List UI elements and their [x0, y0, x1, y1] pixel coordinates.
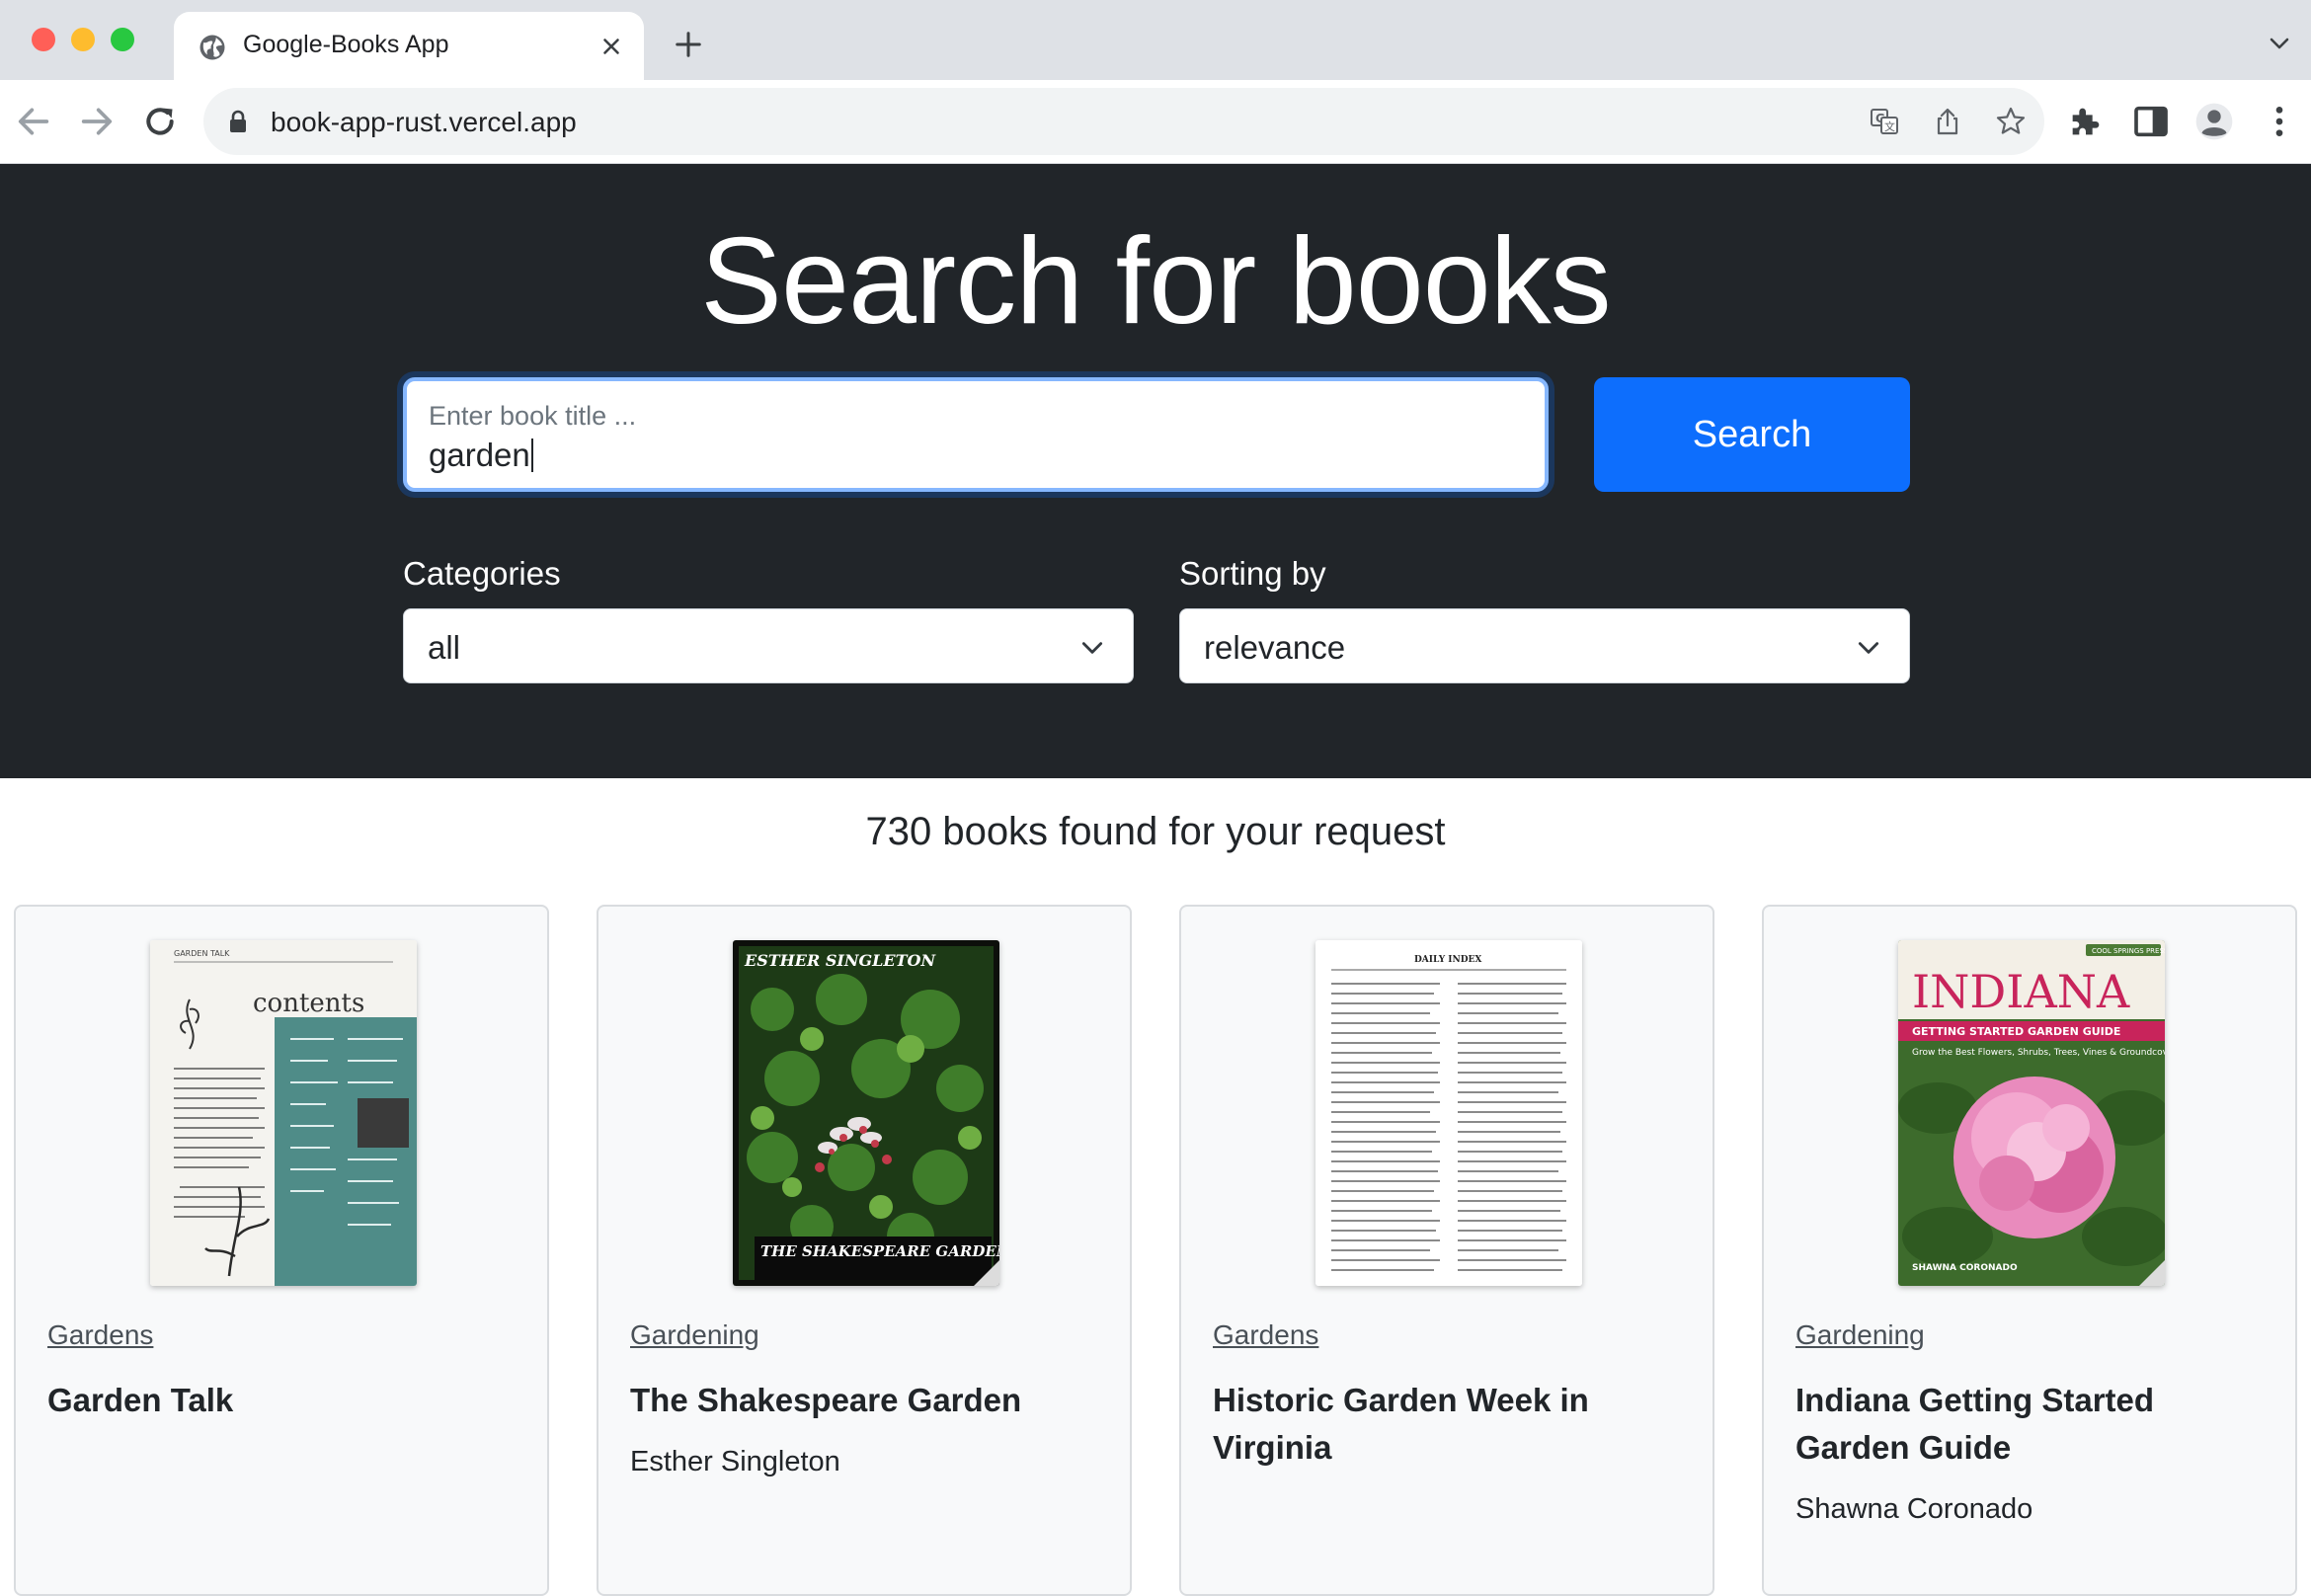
book-title: Indiana Getting Started Garden Guide — [1795, 1382, 2155, 1466]
tab-title: Google-Books App — [243, 31, 449, 58]
search-input-value: garden — [429, 437, 533, 474]
search-button[interactable]: Search — [1594, 377, 1910, 492]
close-window-button[interactable] — [32, 28, 55, 51]
book-card[interactable]: COOL SPRINGS PRESS INDIANA GETTING START… — [1762, 905, 2297, 1596]
book-card[interactable]: ESTHER SINGLETON THE SHAKESPEARE GARDEN … — [597, 905, 1132, 1596]
cover-tagline-text: Grow the Best Flowers, Shrubs, Trees, Vi… — [1912, 1048, 2165, 1058]
text-caret — [530, 439, 533, 472]
book-card[interactable]: GARDEN TALK contents Gardens Garden Talk — [14, 905, 549, 1596]
puzzle-icon[interactable] — [2066, 102, 2106, 141]
address-bar[interactable]: book-app-rust.vercel.app G 文 — [203, 88, 2044, 155]
cover-author-text: ESTHER SINGLETON — [744, 951, 936, 970]
translate-icon[interactable]: G 文 — [1869, 106, 1900, 137]
categories-select[interactable]: all — [403, 608, 1134, 683]
page-title: Search for books — [700, 213, 1611, 350]
browser-toolbar: book-app-rust.vercel.app G 文 — [0, 80, 2311, 164]
cover-publisher-text: COOL SPRINGS PRESS — [2092, 947, 2165, 955]
reload-icon[interactable] — [140, 102, 180, 141]
globe-icon — [199, 35, 225, 60]
cover-heading-text: DAILY INDEX — [1414, 955, 1481, 965]
cover-author-text: SHAWNA CORONADO — [1912, 1263, 2018, 1273]
book-cover-image[interactable]: GARDEN TALK contents — [150, 940, 417, 1286]
chevron-down-icon — [1081, 642, 1103, 654]
kebab-menu-icon[interactable] — [2260, 102, 2299, 141]
side-panel-icon[interactable] — [2131, 102, 2171, 141]
sorting-select[interactable]: relevance — [1179, 608, 1910, 683]
sorting-selected-value: relevance — [1204, 629, 1346, 666]
forward-icon[interactable] — [77, 102, 117, 141]
url-text: book-app-rust.vercel.app — [271, 107, 577, 137]
profile-icon[interactable] — [2194, 102, 2234, 141]
share-icon[interactable] — [1932, 106, 1963, 137]
search-input[interactable]: Enter book title ... garden — [403, 377, 1549, 492]
results-count: 730 books found for your request — [865, 810, 1446, 853]
star-icon[interactable] — [1995, 106, 2027, 137]
book-title: Garden Talk — [47, 1382, 234, 1418]
lock-icon[interactable] — [227, 110, 249, 133]
minimize-window-button[interactable] — [71, 28, 95, 51]
book-author: Esther Singleton — [630, 1446, 840, 1477]
book-card[interactable]: DAILY INDEX Gardens Historic Garden Week… — [1179, 905, 1714, 1596]
chevron-down-icon — [1858, 642, 1879, 654]
browser-tab-bar: Google-Books App — [0, 0, 2311, 80]
categories-selected-value: all — [428, 629, 461, 666]
book-cover-image[interactable]: COOL SPRINGS PRESS INDIANA GETTING START… — [1898, 940, 2165, 1286]
cover-heading-text: contents — [253, 989, 364, 1018]
book-category-link[interactable]: Gardens — [1213, 1319, 1318, 1351]
book-category-link[interactable]: Gardening — [630, 1319, 759, 1351]
book-title: Historic Garden Week in Virginia — [1213, 1382, 1589, 1466]
browser-tab[interactable]: Google-Books App — [174, 12, 644, 80]
search-placeholder-label: Enter book title ... — [429, 401, 637, 431]
cover-subtitle-text: GETTING STARTED GARDEN GUIDE — [1912, 1025, 2120, 1038]
maximize-window-button[interactable] — [111, 28, 134, 51]
cover-header-text: GARDEN TALK — [174, 949, 230, 958]
sorting-label: Sorting by — [1179, 555, 1326, 592]
tab-search-chevron-icon[interactable] — [2268, 36, 2291, 51]
book-category-link[interactable]: Gardening — [1795, 1319, 1925, 1351]
search-header: Search for books Enter book title ... ga… — [0, 164, 2311, 778]
book-cover-image[interactable]: DAILY INDEX — [1315, 940, 1582, 1286]
book-category-link[interactable]: Gardens — [47, 1319, 153, 1351]
close-tab-icon[interactable] — [598, 34, 624, 59]
book-title: The Shakespeare Garden — [630, 1382, 1022, 1418]
cover-title-text: THE SHAKESPEARE GARDEN — [760, 1242, 999, 1260]
book-cover-image[interactable]: ESTHER SINGLETON THE SHAKESPEARE GARDEN — [733, 940, 999, 1286]
book-author: Shawna Coronado — [1795, 1493, 2033, 1525]
new-tab-icon[interactable] — [674, 30, 703, 59]
back-icon[interactable] — [14, 102, 53, 141]
categories-label: Categories — [403, 555, 561, 592]
svg-text:文: 文 — [1884, 120, 1895, 133]
cover-title-text: INDIANA — [1912, 965, 2130, 1018]
